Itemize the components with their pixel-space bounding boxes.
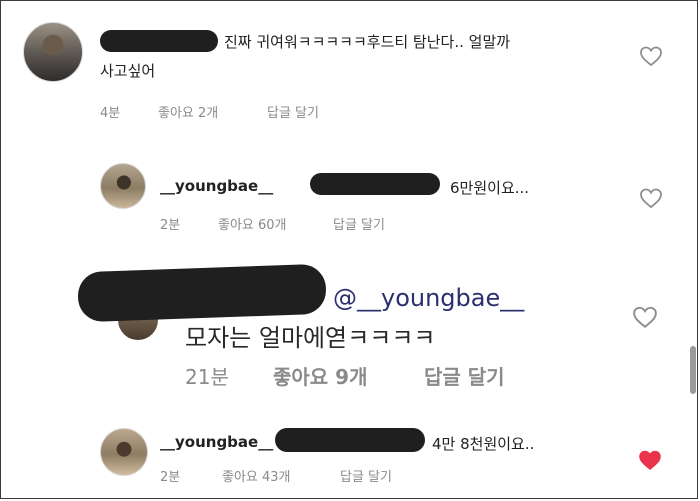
redacted-username — [77, 263, 327, 323]
comment-time: 21분 — [185, 365, 229, 389]
reply-button[interactable]: 답글 달기 — [424, 361, 505, 390]
redacted-mention — [310, 173, 440, 195]
comment-time: 2분 — [160, 470, 181, 485]
comment-text: 모자는 얼마에엳ㅋㅋㅋㅋ — [185, 324, 436, 352]
comment-username[interactable]: __youngbae__ — [160, 433, 273, 451]
comment-text: 진짜 귀여워ㅋㅋㅋㅋㅋ후드티 탐난다.. 얼말까 — [224, 33, 511, 51]
reply-button[interactable]: 답글 달기 — [340, 466, 392, 485]
heart-icon[interactable] — [639, 187, 663, 209]
avatar[interactable] — [23, 22, 83, 82]
avatar[interactable] — [100, 428, 148, 476]
likes-count-button[interactable]: 좋아요 60개 — [218, 214, 287, 233]
likes-count-button[interactable]: 좋아요 9개 — [273, 361, 367, 390]
redacted-mention — [275, 428, 425, 452]
comment-text-continued: 사고싶어 — [100, 62, 156, 80]
heart-filled-icon[interactable] — [638, 449, 662, 471]
reply-button[interactable]: 답글 달기 — [267, 102, 319, 121]
redacted-username — [100, 30, 218, 52]
likes-count-button[interactable]: 좋아요 2개 — [158, 102, 218, 121]
comment-username[interactable]: __youngbae__ — [160, 177, 273, 195]
reply-button[interactable]: 답글 달기 — [333, 214, 385, 233]
heart-icon[interactable] — [639, 45, 663, 67]
scrollbar[interactable] — [690, 346, 696, 394]
likes-count-button[interactable]: 좋아요 43개 — [222, 466, 291, 485]
comment-text: 4만 8천원이요.. — [432, 435, 535, 453]
mention-link[interactable]: @__youngbae__ — [333, 284, 524, 312]
comment-time: 2분 — [160, 218, 181, 233]
comment-text: 6만원이요... — [450, 179, 530, 197]
heart-icon[interactable] — [632, 305, 658, 329]
avatar[interactable] — [100, 163, 146, 209]
comment-time: 4분 — [100, 106, 121, 121]
